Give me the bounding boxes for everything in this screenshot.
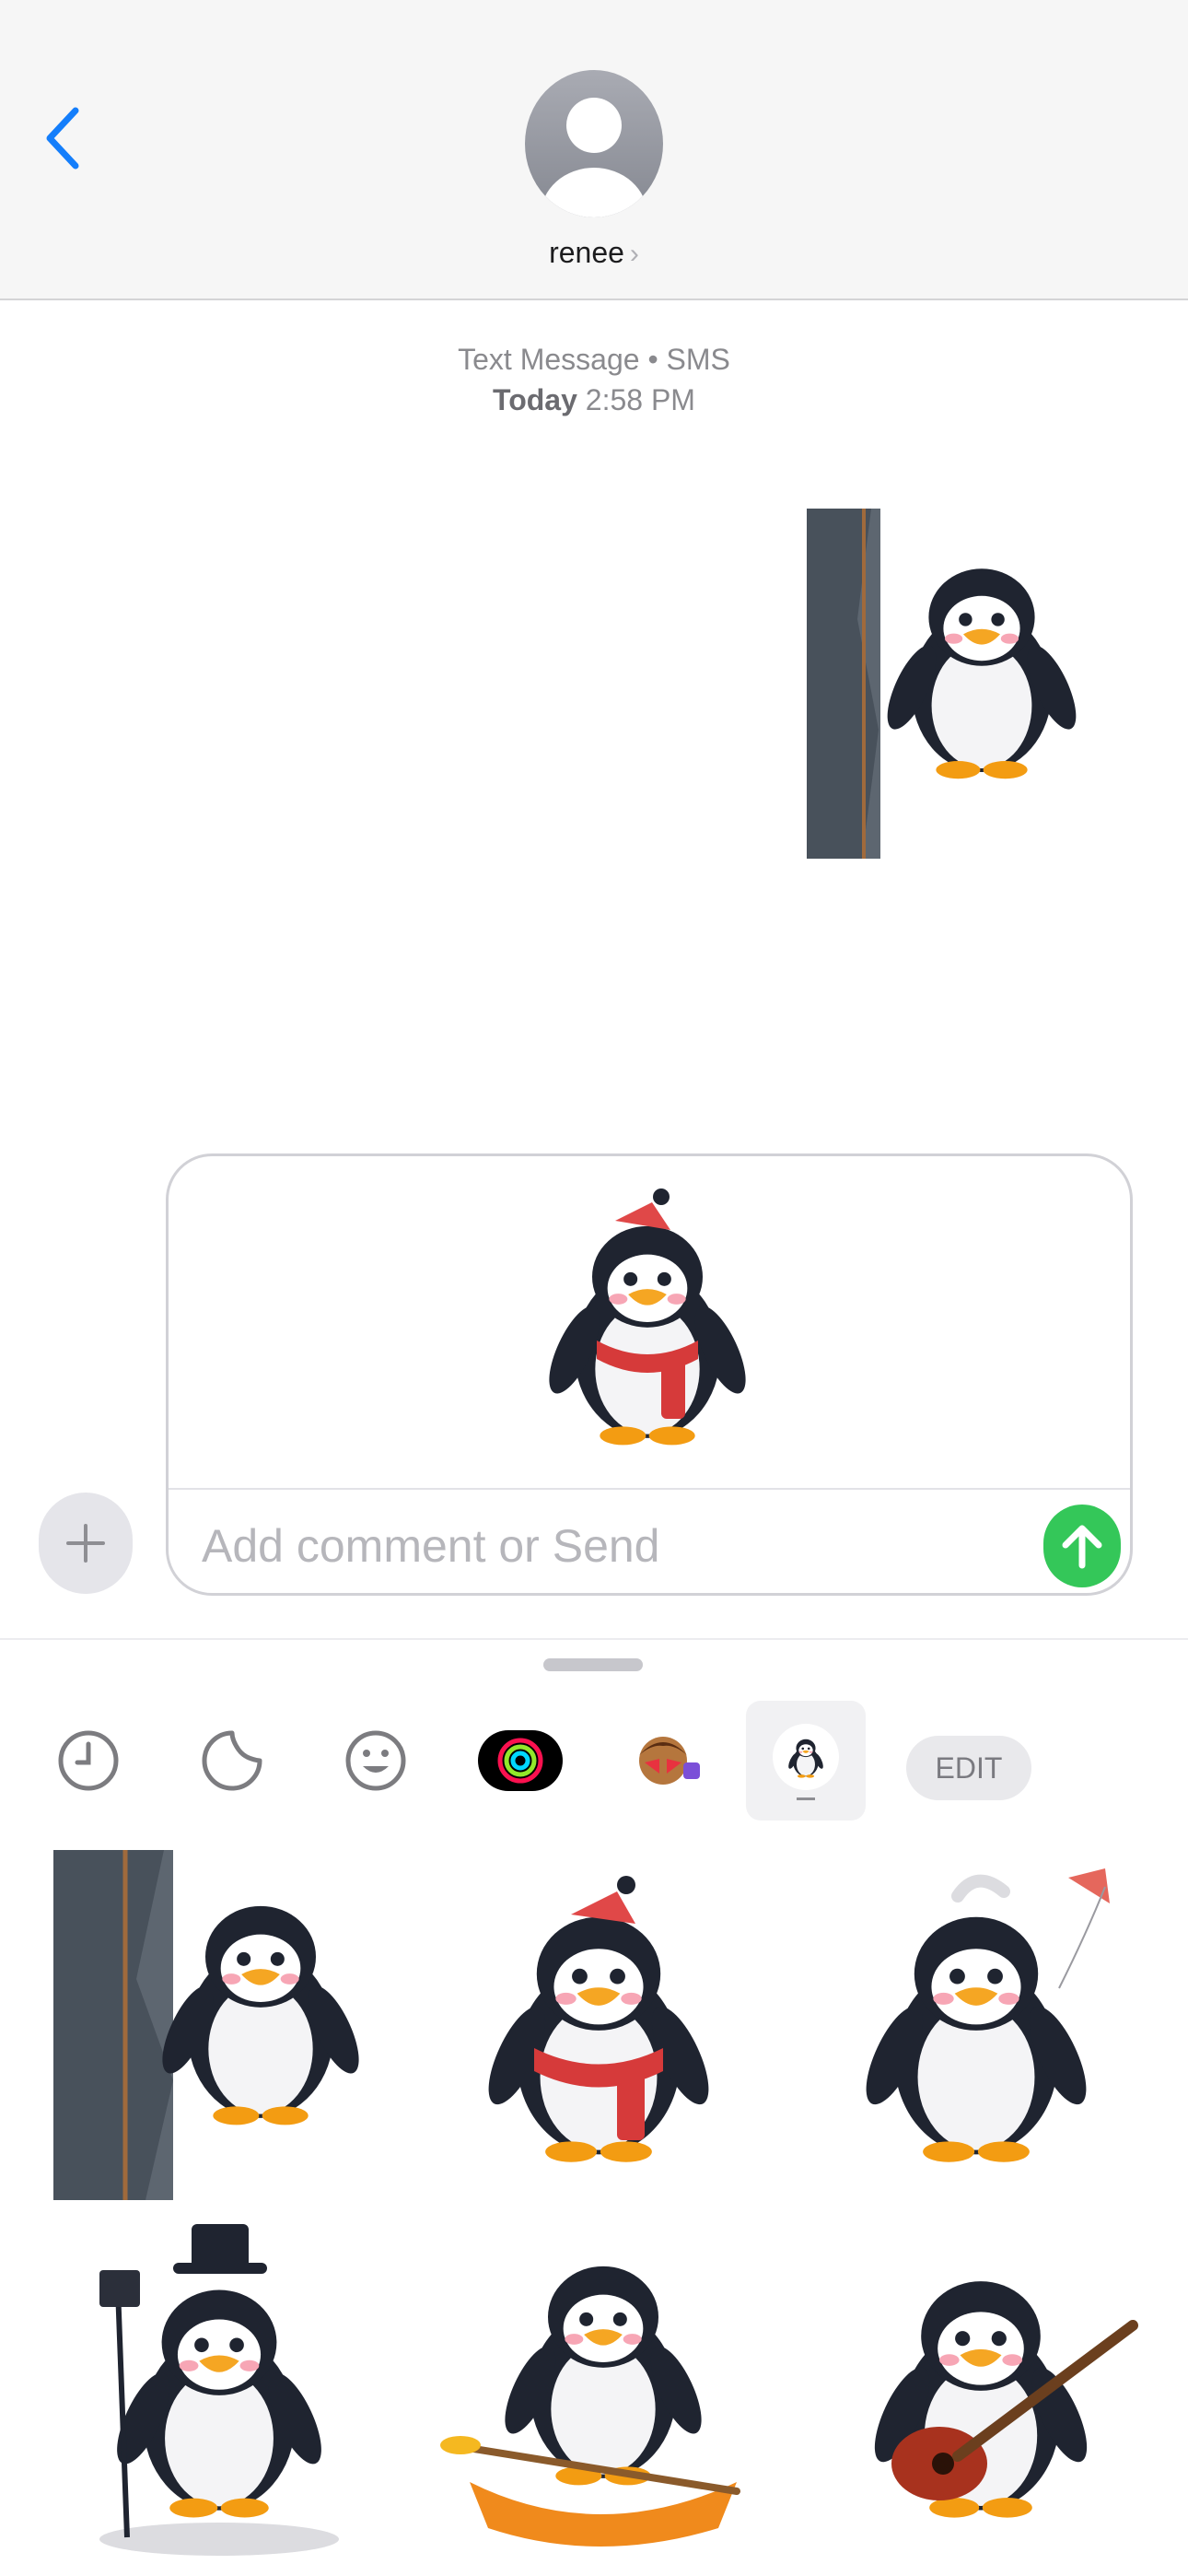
penguin-kayak-sticker[interactable] (433, 2215, 764, 2565)
timestamp-time: 2:58 PM (585, 383, 695, 416)
edit-button[interactable]: EDIT (906, 1736, 1031, 1800)
comment-input[interactable] (202, 1505, 938, 1587)
send-button[interactable] (1043, 1505, 1121, 1587)
sticker-drawer: EDIT (0, 1638, 1188, 2576)
tab-stickers[interactable] (188, 1701, 276, 1821)
contact-name-button[interactable]: renee › (0, 236, 1188, 270)
memoji-icon (639, 1737, 700, 1785)
tab-recents[interactable] (44, 1701, 133, 1821)
back-chevron-icon[interactable] (37, 101, 92, 175)
arrow-up-icon (1062, 1525, 1102, 1569)
service-label: Text Message • SMS (458, 343, 730, 376)
contact-name: renee (549, 236, 624, 269)
timestamp-day: Today (493, 383, 577, 416)
tab-memoji[interactable] (615, 1701, 711, 1821)
apps-plus-button[interactable] (39, 1493, 133, 1594)
sent-sticker-penguin-climbing[interactable] (807, 509, 1094, 859)
penguin-sticker-pack-icon (773, 1724, 839, 1800)
penguin-top-hat-sticker[interactable] (53, 2215, 385, 2565)
message-timestamp: Text Message • SMS Today 2:58 PM (0, 339, 1188, 420)
plus-icon (66, 1524, 105, 1563)
sticker-preview-penguin-scarf[interactable] (532, 1184, 763, 1460)
conversation-header: renee › (0, 0, 1188, 300)
tab-penguin-stickers[interactable] (746, 1701, 866, 1821)
composer-divider (169, 1488, 1130, 1490)
stickers-icon (202, 1730, 262, 1791)
contact-avatar[interactable] (524, 68, 664, 219)
penguin-guitar-sticker[interactable] (829, 2215, 1160, 2565)
penguin-kite-sticker[interactable] (829, 1850, 1160, 2200)
chevron-right-icon: › (629, 239, 639, 269)
recents-icon (58, 1730, 119, 1791)
penguin-scarf-sticker[interactable] (433, 1850, 764, 2200)
drawer-grabber[interactable] (543, 1658, 643, 1671)
emoji-icon (345, 1730, 406, 1791)
penguin-climbing-sticker[interactable] (53, 1850, 385, 2200)
tab-emoji[interactable] (332, 1701, 420, 1821)
activity-icon (478, 1730, 563, 1791)
tab-activity[interactable] (470, 1701, 571, 1821)
message-composer (166, 1153, 1133, 1596)
